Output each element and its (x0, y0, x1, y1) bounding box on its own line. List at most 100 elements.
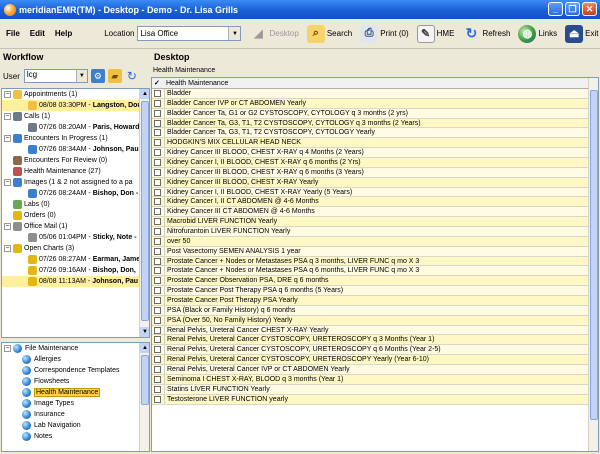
tree-item[interactable]: Correspondence Templates (2, 365, 149, 376)
row-checkbox[interactable] (154, 188, 161, 196)
list-item[interactable]: PSA (Black or Family History) q 6 months (152, 305, 598, 316)
expander-icon[interactable]: – (4, 90, 11, 98)
scrollbar-thumb[interactable] (590, 90, 598, 420)
list-item[interactable]: Prostate Cancer Post Therapy PSA Yearly (152, 296, 598, 306)
row-checkbox[interactable] (154, 287, 161, 295)
expander-icon[interactable]: – (4, 134, 11, 142)
row-checkbox[interactable] (154, 227, 161, 235)
row-checkbox[interactable] (154, 316, 161, 324)
list-item[interactable]: Kidney Cancer I, II BLOOD, CHEST X-RAY Y… (152, 187, 598, 198)
tree-item[interactable]: 07/26 08:24AM - Bishop, Don - (2, 188, 149, 199)
list-item[interactable]: HODGKIN'S MIX CELLULAR HEAD NECK (152, 138, 598, 149)
list-header[interactable]: ✓ Health Maintenance (152, 78, 598, 89)
list-item[interactable]: Kidney Cancer I, II BLOOD, CHEST X-RAY q… (152, 158, 598, 168)
tree-item[interactable]: Health Maintenance (27) (2, 166, 149, 177)
list-item[interactable]: Bladder Cancer Ta, G1 or G2 CYSTOSCOPY, … (152, 108, 598, 119)
chevron-down-icon[interactable]: ▼ (75, 70, 87, 82)
search-button[interactable]: ⌕ Search (306, 24, 352, 43)
tree-item[interactable]: 05/06 01:04PM - Sticky, Note - (2, 232, 149, 243)
list-item[interactable]: Testosterone LIVER FUNCTION yearly (152, 394, 598, 405)
row-checkbox[interactable] (154, 237, 161, 245)
list-item[interactable]: Bladder Cancer Ta, G3, T1, T2 CYSTOSCOPY… (152, 128, 598, 139)
user-select[interactable]: lcg ▼ (23, 69, 88, 83)
menu-help[interactable]: Help (55, 29, 72, 38)
list-item[interactable]: Kidney Cancer III CT ABDOMEN @ 4-6 Month… (152, 207, 598, 218)
row-checkbox[interactable] (154, 395, 161, 403)
tree-item[interactable]: – Calls (1) (2, 111, 149, 122)
list-item[interactable]: Bladder Cancer IVP or CT ABDOMEN Yearly (152, 98, 598, 109)
list-item[interactable]: Renal Pelvis, Ureteral Cancer CHEST X-RA… (152, 325, 598, 336)
row-checkbox[interactable] (154, 306, 161, 314)
location-select[interactable]: Lisa Office ▼ (137, 26, 242, 41)
row-checkbox[interactable] (154, 109, 161, 117)
list-item[interactable]: Prostate Cancer + Nodes or Metastases PS… (152, 256, 598, 267)
list-item[interactable]: Prostate Cancer + Nodes or Metastases PS… (152, 266, 598, 277)
tree-item[interactable]: – Appointments (1) (2, 89, 149, 100)
row-checkbox[interactable] (154, 139, 161, 147)
tree-item[interactable]: – Open Charts (3) (2, 243, 149, 254)
row-checkbox[interactable] (154, 346, 161, 354)
row-checkbox[interactable] (154, 277, 161, 285)
tree-item[interactable]: – File Maintenance (2, 343, 149, 354)
minimize-button[interactable]: _ (548, 2, 563, 16)
expander-icon[interactable]: – (4, 112, 11, 120)
expander-icon[interactable]: – (4, 222, 11, 230)
row-checkbox[interactable] (154, 326, 161, 334)
row-checkbox[interactable] (154, 119, 161, 127)
tree-item[interactable]: Allergies (2, 354, 149, 365)
expander-icon[interactable]: – (4, 178, 11, 186)
hme-button[interactable]: ✎ HME (416, 24, 454, 43)
row-checkbox[interactable] (154, 356, 161, 364)
menu-edit[interactable]: Edit (30, 29, 45, 38)
tree-item[interactable]: Health Maintenance (2, 387, 149, 398)
list-item[interactable]: Bladder Cancer Ta, G3, T1, T2 CYSTOSCOPY… (152, 118, 598, 129)
workflow-tree[interactable]: – Appointments (1) 08/08 03:30PM - Langsto… (1, 88, 150, 338)
tree-item[interactable]: Notes (2, 431, 149, 442)
tree-item[interactable]: – Office Mail (1) (2, 221, 149, 232)
row-checkbox[interactable] (154, 178, 161, 186)
scrollbar-thumb[interactable] (141, 101, 149, 321)
list-item[interactable]: Kidney Cancer III BLOOD, CHEST X-RAY q 6… (152, 167, 598, 178)
tree-item[interactable]: 07/26 08:34AM - Johnson, Pau (2, 144, 149, 155)
list-item[interactable]: Kidney Cancer I, II CT ABDOMEN @ 4-6 Mon… (152, 197, 598, 208)
scroll-up-icon[interactable]: ▲ (140, 343, 149, 353)
tree-item[interactable]: Insurance (2, 409, 149, 420)
row-checkbox[interactable] (154, 168, 161, 176)
row-checkbox[interactable] (154, 218, 161, 226)
maintenance-scrollbar[interactable]: ▲ (139, 343, 149, 451)
list-item[interactable]: Renal Pelvis, Ureteral Cancer CYSTOSCOPY… (152, 335, 598, 346)
expander-icon[interactable]: – (4, 344, 11, 352)
list-item[interactable]: Kidney Cancer III BLOOD, CHEST X-RAY Yea… (152, 177, 598, 188)
chevron-down-icon[interactable]: ▼ (228, 27, 241, 40)
row-checkbox[interactable] (154, 336, 161, 344)
print-button[interactable]: ⎙ Print (0) (360, 24, 409, 43)
tree-item[interactable]: 07/26 09:16AM - Bishop, Don, (2, 265, 149, 276)
list-item[interactable]: Statins LIVER FUNCTION Yearly (152, 384, 598, 395)
tree-item[interactable]: Flowsheets (2, 376, 149, 387)
refresh-icon[interactable]: ↻ (125, 69, 139, 83)
desktop-button[interactable]: ◢ Desktop (249, 25, 299, 43)
exit-button[interactable]: ⏏ Exit (565, 24, 598, 43)
tree-item[interactable]: Orders (0) (2, 210, 149, 221)
list-item[interactable]: over 50 (152, 236, 598, 247)
tree-item[interactable]: 08/08 03:30PM - Langston, Dou (2, 100, 149, 111)
scrollbar-thumb[interactable] (141, 355, 149, 405)
tree-item[interactable]: – Images (1 & 2 not assigned to a pa (2, 177, 149, 188)
links-button[interactable]: ◍ Links (518, 24, 557, 43)
menu-file[interactable]: File (6, 29, 20, 38)
row-checkbox[interactable] (154, 99, 161, 107)
tree-item[interactable]: Image Types (2, 398, 149, 409)
folder-icon[interactable]: ▰ (107, 69, 122, 83)
list-item[interactable]: Post Vasectomy SEMEN ANALYSIS 1 year (152, 246, 598, 257)
list-item[interactable]: Macrobid LIVER FUNCTION Yearly (152, 217, 598, 228)
scroll-up-icon[interactable]: ▲ (140, 89, 149, 99)
close-button[interactable]: ✕ (582, 2, 597, 16)
tree-item[interactable]: 07/26 08:27AM - Earman, Jame (2, 254, 149, 265)
row-checkbox[interactable] (154, 296, 161, 304)
workflow-scrollbar[interactable]: ▲ ▼ (139, 89, 149, 337)
row-checkbox[interactable] (154, 267, 161, 275)
list-item[interactable]: Bladder (152, 89, 598, 99)
tree-item[interactable]: – Encounters In Progress (1) (2, 133, 149, 144)
row-checkbox[interactable] (154, 149, 161, 157)
row-checkbox[interactable] (154, 89, 161, 97)
